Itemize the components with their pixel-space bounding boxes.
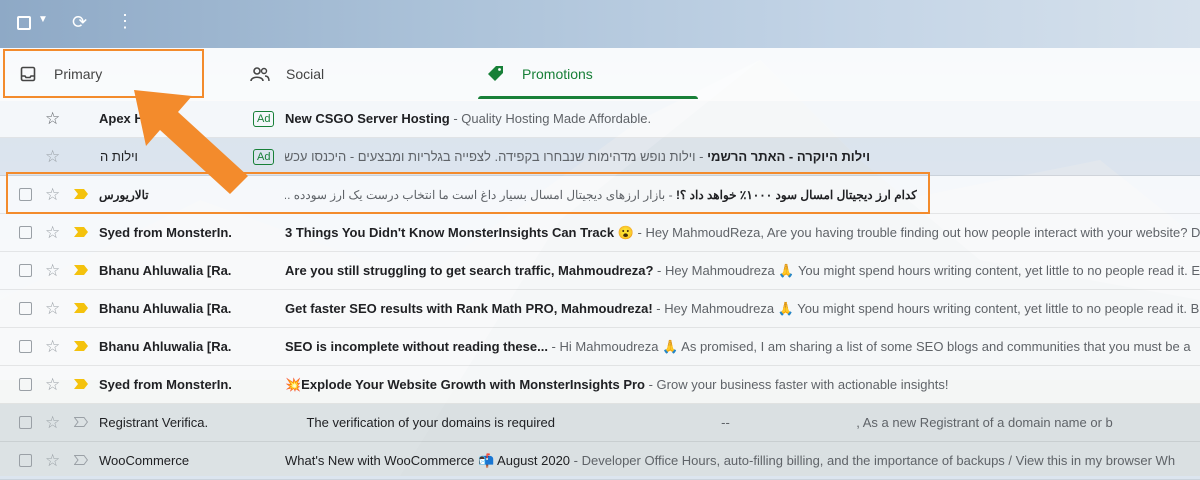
select-checkbox[interactable] bbox=[19, 454, 32, 467]
email-content: Get faster SEO results with Rank Math PR… bbox=[285, 301, 1200, 317]
email-content: SEO is incomplete without reading these.… bbox=[285, 339, 1200, 355]
star-icon[interactable]: ☆ bbox=[45, 337, 60, 357]
important-marker-icon[interactable] bbox=[74, 303, 88, 313]
select-checkbox[interactable] bbox=[19, 264, 32, 277]
select-checkbox[interactable] bbox=[19, 416, 32, 429]
active-tab-indicator bbox=[478, 96, 698, 99]
email-sender: Bhanu Ahluwalia [Ra. bbox=[99, 263, 232, 278]
important-marker-icon[interactable] bbox=[74, 341, 88, 351]
select-checkbox[interactable] bbox=[19, 378, 32, 391]
star-icon[interactable]: ☆ bbox=[45, 299, 60, 319]
email-subject: The verification of your domains is requ… bbox=[306, 415, 555, 430]
email-subject: 💥Explode Your Website Growth with Monste… bbox=[285, 376, 645, 392]
select-checkbox[interactable] bbox=[19, 226, 32, 239]
email-sender: Bhanu Ahluwalia [Ra. bbox=[99, 301, 232, 316]
annotation-arrow-icon bbox=[134, 90, 248, 194]
email-snippet: - Hey MahmoudReza, Are you having troubl… bbox=[633, 224, 1200, 240]
email-content: 3 Things You Didn't Know MonsterInsights… bbox=[285, 225, 1200, 241]
tab-social-label: Social bbox=[286, 66, 325, 82]
toolbar: ▼ ⟳ ⋮ bbox=[0, 0, 1200, 48]
email-snippet: -- , As a new Registrant of a domain nam… bbox=[555, 415, 1113, 430]
email-sender: Syed from MonsterIn. bbox=[99, 225, 232, 240]
star-icon[interactable]: ☆ bbox=[45, 451, 60, 471]
important-marker-icon[interactable] bbox=[74, 379, 88, 389]
email-snippet: - Hey Mahmoudreza 🙏 You might spend hour… bbox=[653, 262, 1200, 278]
tab-promotions-label: Promotions bbox=[522, 66, 593, 82]
email-content: וילות היוקרה - האתר הרשמי - וילות נופש מ… bbox=[285, 149, 870, 164]
email-snippet: - Hey Mahmoudreza 🙏 You might spend hour… bbox=[652, 300, 1200, 316]
email-sender: WooCommerce bbox=[99, 453, 190, 468]
email-row[interactable]: ☆ Bhanu Ahluwalia [Ra. Get faster SEO re… bbox=[0, 290, 1200, 328]
email-sender: Bhanu Ahluwalia [Ra. bbox=[99, 339, 232, 354]
email-row[interactable]: ☆ Bhanu Ahluwalia [Ra. Are you still str… bbox=[0, 252, 1200, 290]
email-content: Are you still struggling to get search t… bbox=[285, 263, 1200, 279]
email-row[interactable]: ☆ Registrant Verifica. The verification … bbox=[0, 404, 1200, 442]
people-icon bbox=[250, 64, 270, 84]
email-content: New CSGO Server Hosting - Quality Hostin… bbox=[285, 111, 1200, 126]
email-row[interactable]: ☆ Bhanu Ahluwalia [Ra. SEO is incomplete… bbox=[0, 328, 1200, 366]
email-row[interactable]: ☆ WooCommerce What's New with WooCommerc… bbox=[0, 442, 1200, 480]
star-icon[interactable]: ☆ bbox=[45, 109, 60, 129]
email-snippet: - Grow your business faster with actiona… bbox=[645, 376, 949, 392]
email-content: The verification of your domains is requ… bbox=[285, 404, 1200, 441]
select-all-checkbox[interactable] bbox=[17, 16, 31, 30]
ad-badge: Ad bbox=[253, 148, 275, 165]
email-content: 💥Explode Your Website Growth with Monste… bbox=[285, 377, 1200, 393]
email-content: What's New with WooCommerce 📬 August 202… bbox=[285, 453, 1200, 469]
email-snippet: - Quality Hosting Made Affordable. bbox=[449, 111, 652, 126]
important-marker-icon[interactable] bbox=[74, 265, 88, 275]
email-subject: New CSGO Server Hosting bbox=[285, 111, 450, 126]
email-snippet: - וילות נופש מדהימות שנבחרו בקפידה. לצפי… bbox=[285, 149, 708, 164]
email-snippet: - Hi Mahmoudreza 🙏 As promised, I am sha… bbox=[547, 338, 1191, 354]
refresh-icon[interactable]: ⟳ bbox=[72, 12, 87, 33]
email-subject: 3 Things You Didn't Know MonsterInsights… bbox=[285, 224, 634, 240]
ad-badge: Ad bbox=[253, 110, 275, 127]
star-icon[interactable]: ☆ bbox=[45, 147, 60, 167]
select-checkbox[interactable] bbox=[19, 302, 32, 315]
star-icon[interactable]: ☆ bbox=[45, 223, 60, 243]
star-icon[interactable]: ☆ bbox=[45, 375, 60, 395]
more-options-icon[interactable]: ⋮ bbox=[116, 11, 134, 32]
select-dropdown-icon[interactable]: ▼ bbox=[38, 14, 48, 25]
important-marker-outline-icon[interactable] bbox=[74, 417, 88, 427]
email-sender: Registrant Verifica. bbox=[99, 415, 209, 430]
star-icon[interactable]: ☆ bbox=[45, 261, 60, 281]
tab-social[interactable]: Social bbox=[250, 48, 324, 100]
email-row[interactable]: ☆ Syed from MonsterIn. 3 Things You Didn… bbox=[0, 214, 1200, 252]
tag-icon bbox=[486, 64, 506, 84]
star-icon[interactable]: ☆ bbox=[45, 413, 60, 433]
email-subject: What's New with WooCommerce 📬 August 202… bbox=[285, 452, 571, 468]
email-subject: וילות היוקרה - האתר הרשמי bbox=[707, 149, 870, 164]
tab-promotions[interactable]: Promotions bbox=[486, 48, 593, 100]
email-subject: Get faster SEO results with Rank Math PR… bbox=[285, 300, 653, 316]
email-sender: Syed from MonsterIn. bbox=[99, 377, 232, 392]
email-row[interactable]: ☆ Syed from MonsterIn. 💥Explode Your Web… bbox=[0, 366, 1200, 404]
email-subject: Are you still struggling to get search t… bbox=[285, 262, 654, 278]
email-snippet: - Developer Office Hours, auto-filling b… bbox=[570, 452, 1176, 468]
important-marker-outline-icon[interactable] bbox=[74, 455, 88, 465]
select-checkbox[interactable] bbox=[19, 340, 32, 353]
email-subject: SEO is incomplete without reading these.… bbox=[285, 338, 548, 354]
important-marker-icon[interactable] bbox=[74, 227, 88, 237]
